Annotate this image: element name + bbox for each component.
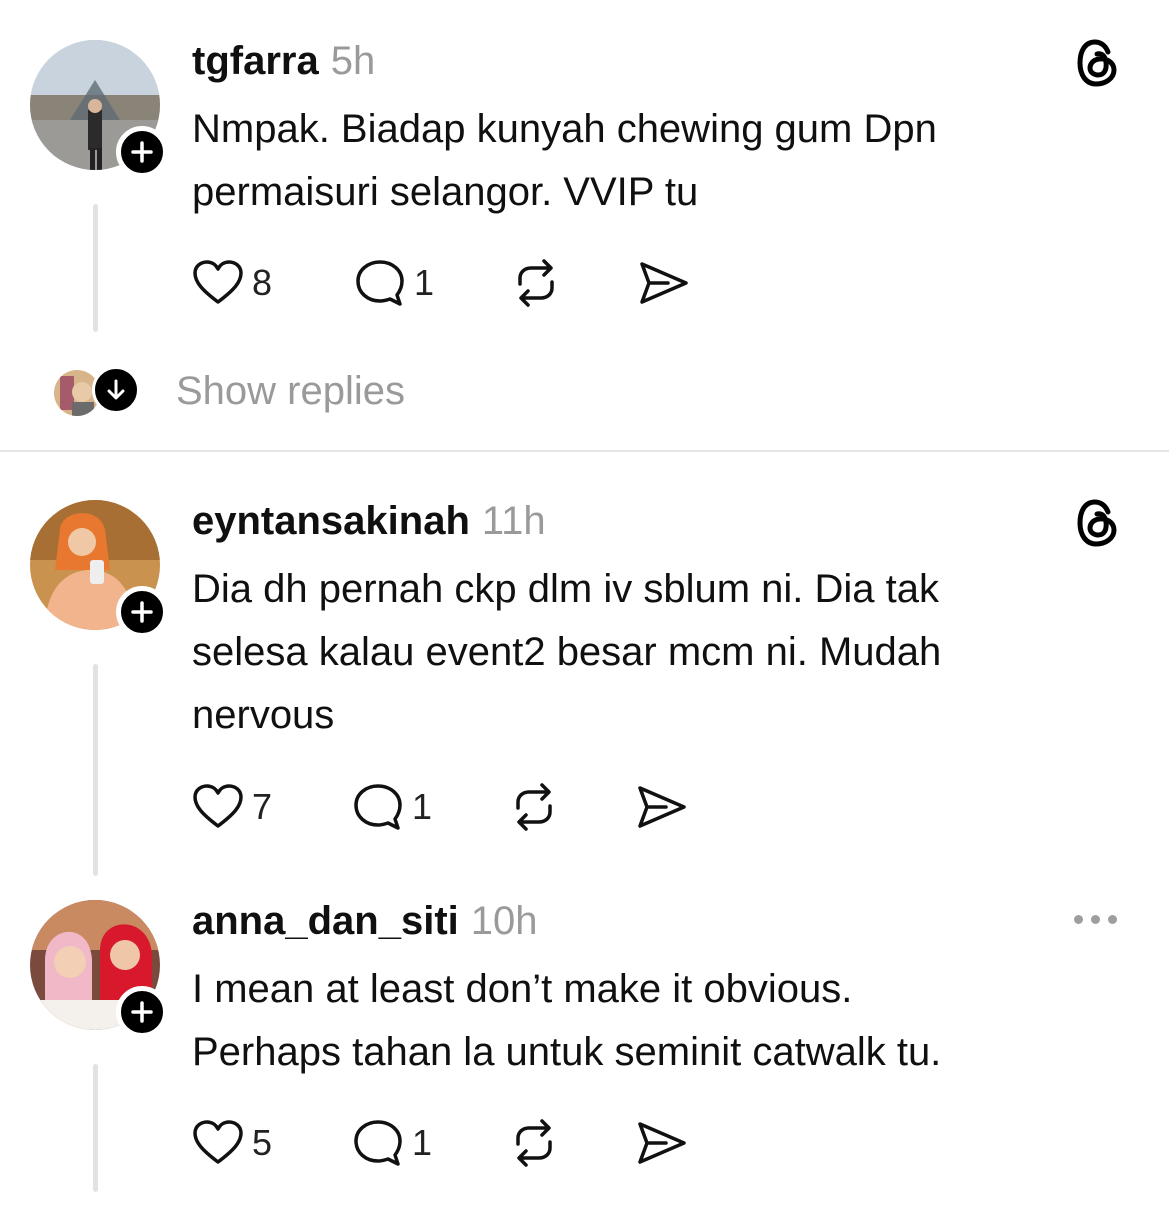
share-button[interactable] [636,782,688,832]
repost-icon [516,1119,552,1167]
follow-plus-icon[interactable] [116,986,168,1038]
reply-count: 1 [412,786,433,827]
comment-icon [354,784,402,830]
repost-icon [516,783,552,831]
username[interactable]: eyntansakinah [192,499,470,543]
threads-logo-icon[interactable] [1075,38,1119,88]
post-text-line: permaisuri selangor. VVIP tu [192,170,699,214]
post-text: Nmpak. Biadap kunyah chewing gum Dpn per… [192,98,937,224]
heart-icon [193,1120,243,1164]
post-text-line: I mean at least don’t make it obvious. [192,967,853,1011]
post-text-line: selesa kalau event2 besar mcm ni. Mudah [192,630,942,674]
share-button[interactable] [636,1118,688,1168]
like-button[interactable]: 7 [192,782,272,832]
post-text: Dia dh pernah ckp dlm iv sblum ni. Dia t… [192,558,941,747]
reply-button[interactable]: 1 [352,1118,432,1168]
thread-line [93,664,98,876]
repost-icon [518,259,554,307]
post-text-line: nervous [192,693,335,737]
send-icon [638,786,686,828]
repost-button[interactable] [510,258,562,308]
reply-button[interactable]: 1 [352,782,432,832]
like-count: 8 [252,262,273,303]
show-replies-label[interactable]: Show replies [176,366,405,416]
timestamp: 10h [470,899,538,943]
like-count: 5 [252,1122,273,1163]
heart-icon [193,260,243,304]
post-header: tgfarra 5h [192,38,375,84]
reply-count: 1 [412,1122,433,1163]
post-text: I mean at least don’t make it obvious. P… [192,958,941,1084]
post-header: eyntansakinah 11h [192,498,546,544]
timestamp: 5h [330,39,376,83]
username[interactable]: anna_dan_siti [192,899,459,943]
follow-plus-icon[interactable] [116,586,168,638]
post-text-line: Nmpak. Biadap kunyah chewing gum Dpn [192,107,937,151]
post-header: anna_dan_siti 10h [192,898,538,944]
thread-line [93,1064,98,1192]
like-button[interactable]: 8 [192,258,272,308]
send-icon [638,1122,686,1164]
timestamp: 11h [481,499,546,543]
threads-logo-icon[interactable] [1075,498,1119,548]
heart-icon [193,784,243,828]
thread-line [93,204,98,332]
divider [0,450,1169,452]
share-button[interactable] [638,258,690,308]
more-options-icon[interactable] [1074,915,1117,924]
like-count: 7 [252,786,273,827]
reply-button[interactable]: 1 [354,258,434,308]
comment-icon [354,1120,402,1166]
follow-plus-icon[interactable] [116,126,168,178]
repost-button[interactable] [508,782,560,832]
username[interactable]: tgfarra [192,39,319,83]
repost-button[interactable] [508,1118,560,1168]
post-text-line: Perhaps tahan la untuk seminit catwalk t… [192,1030,942,1074]
post-text-line: Dia dh pernah ckp dlm iv sblum ni. Dia t… [192,567,939,611]
like-button[interactable]: 5 [192,1118,272,1168]
send-icon [640,262,688,304]
comment-icon [356,260,404,306]
arrow-down-icon [92,366,140,414]
reply-count: 1 [414,262,435,303]
